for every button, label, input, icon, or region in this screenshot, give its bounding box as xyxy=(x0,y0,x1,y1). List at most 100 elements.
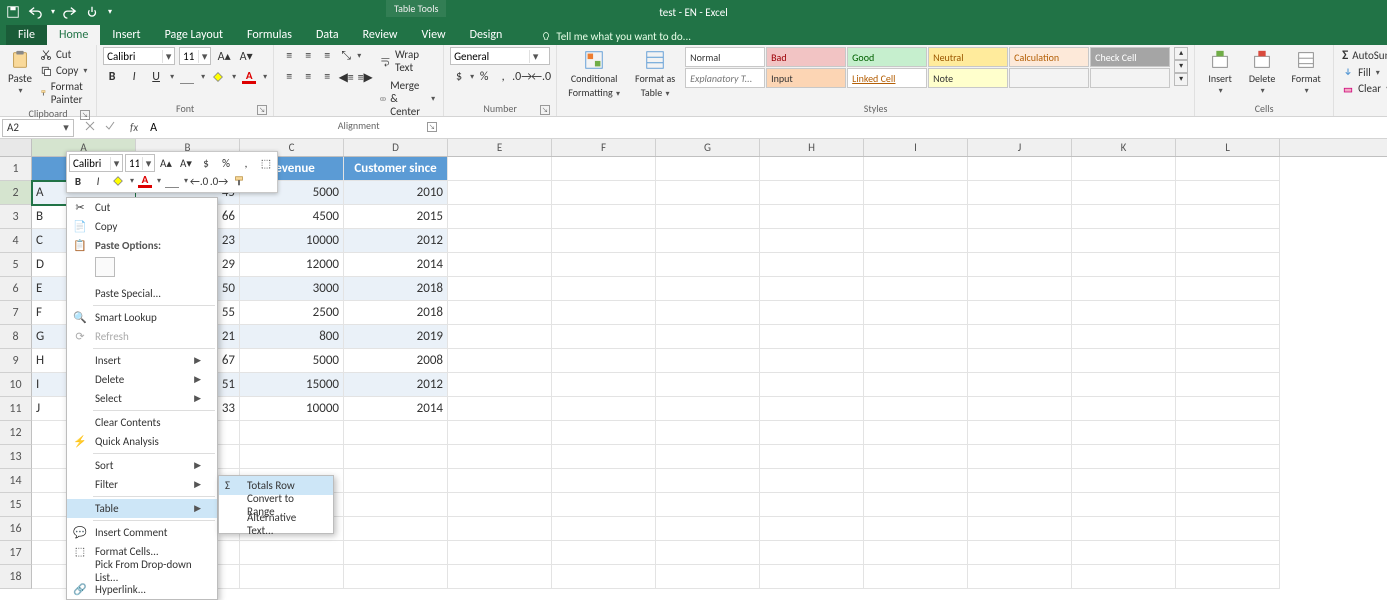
ctx-insert[interactable]: Insert▶ xyxy=(67,351,217,370)
cell[interactable]: 10000 xyxy=(240,397,344,421)
cell[interactable] xyxy=(1072,277,1176,301)
style-gallery-item[interactable]: Explanatory T... xyxy=(685,68,765,88)
ctx-filter[interactable]: Filter▶ xyxy=(67,475,217,494)
mini-format-painter-icon[interactable] xyxy=(230,172,248,190)
mini-increase-decimal-icon[interactable]: .0→ xyxy=(210,172,228,190)
cell[interactable] xyxy=(656,301,760,325)
cell[interactable] xyxy=(968,301,1072,325)
cell[interactable] xyxy=(656,277,760,301)
cell[interactable] xyxy=(448,517,552,541)
cell[interactable]: 2018 xyxy=(344,277,448,301)
cell[interactable] xyxy=(760,493,864,517)
font-color-button[interactable]: A xyxy=(240,68,258,86)
mini-borders-button[interactable] xyxy=(163,172,181,190)
row-header[interactable]: 18 xyxy=(0,565,32,589)
cell[interactable] xyxy=(1072,517,1176,541)
column-header[interactable]: L xyxy=(1176,139,1280,156)
redo-icon[interactable] xyxy=(63,5,77,19)
cell[interactable] xyxy=(760,541,864,565)
cell[interactable] xyxy=(864,253,968,277)
mini-comma-icon[interactable]: , xyxy=(237,154,255,172)
cell[interactable] xyxy=(552,205,656,229)
chevron-down-icon[interactable]: ▾ xyxy=(198,50,210,63)
cell[interactable] xyxy=(968,493,1072,517)
fx-icon[interactable]: fx xyxy=(130,121,138,134)
style-gallery-item[interactable]: Check Cell xyxy=(1090,47,1170,67)
chevron-down-icon[interactable]: ▾ xyxy=(232,72,236,82)
row-header[interactable]: 7 xyxy=(0,301,32,325)
cell[interactable] xyxy=(760,181,864,205)
cell[interactable] xyxy=(344,469,448,493)
cell[interactable] xyxy=(1072,469,1176,493)
ctx-smart-lookup[interactable]: 🔍Smart Lookup xyxy=(67,308,217,327)
cell[interactable] xyxy=(864,421,968,445)
cell[interactable] xyxy=(968,517,1072,541)
cell[interactable] xyxy=(448,277,552,301)
cell[interactable] xyxy=(968,157,1072,181)
percent-format-icon[interactable]: % xyxy=(475,68,493,86)
cut-button[interactable]: Cut xyxy=(38,47,90,62)
cell[interactable] xyxy=(552,181,656,205)
chevron-down-icon[interactable]: ▾ xyxy=(162,50,174,63)
increase-indent-icon[interactable]: ≡▶ xyxy=(356,68,374,86)
tab-formulas[interactable]: Formulas xyxy=(235,25,304,45)
cell[interactable]: 2012 xyxy=(344,373,448,397)
cell[interactable] xyxy=(1072,397,1176,421)
paste-option-default[interactable] xyxy=(95,257,115,277)
cell[interactable] xyxy=(448,325,552,349)
number-format-input[interactable] xyxy=(451,50,529,63)
tab-home[interactable]: Home xyxy=(47,25,100,45)
comma-format-icon[interactable]: , xyxy=(494,68,512,86)
cell[interactable]: 2014 xyxy=(344,397,448,421)
clipboard-launcher-icon[interactable]: ↘ xyxy=(80,110,90,120)
cell[interactable] xyxy=(864,445,968,469)
touch-mode-icon[interactable] xyxy=(85,5,99,19)
ctx-delete[interactable]: Delete▶ xyxy=(67,370,217,389)
ctx-cut[interactable]: ✂Cut xyxy=(67,198,217,217)
cell[interactable] xyxy=(552,373,656,397)
cell[interactable] xyxy=(1176,325,1280,349)
cell[interactable] xyxy=(656,421,760,445)
cell[interactable] xyxy=(968,373,1072,397)
cell[interactable] xyxy=(968,253,1072,277)
cell[interactable] xyxy=(656,493,760,517)
cell[interactable]: 2014 xyxy=(344,253,448,277)
cell[interactable] xyxy=(760,157,864,181)
cell[interactable] xyxy=(344,517,448,541)
format-painter-button[interactable]: Format Painter xyxy=(38,79,90,107)
italic-button[interactable]: I xyxy=(125,68,143,86)
alignment-launcher-icon[interactable]: ↘ xyxy=(427,122,437,132)
row-header[interactable]: 17 xyxy=(0,541,32,565)
cell[interactable] xyxy=(864,397,968,421)
align-center-icon[interactable]: ≡ xyxy=(299,68,317,86)
cell[interactable] xyxy=(1072,229,1176,253)
cell[interactable] xyxy=(552,157,656,181)
cell[interactable] xyxy=(760,469,864,493)
insert-cells-button[interactable]: Insert▾ xyxy=(1201,47,1239,98)
cell[interactable] xyxy=(656,229,760,253)
cell[interactable] xyxy=(1072,541,1176,565)
mini-font-color-button[interactable]: A xyxy=(136,172,154,190)
cell[interactable] xyxy=(448,445,552,469)
align-bottom-icon[interactable]: ≡ xyxy=(318,47,336,65)
column-header[interactable]: F xyxy=(552,139,656,156)
conditional-formatting-button[interactable]: Conditional Formatting ▾ xyxy=(563,47,625,101)
align-left-icon[interactable]: ≡ xyxy=(280,68,298,86)
style-gallery-item[interactable] xyxy=(1009,68,1089,88)
cell[interactable] xyxy=(448,229,552,253)
style-gallery-item[interactable]: Good xyxy=(847,47,927,67)
cell[interactable] xyxy=(968,445,1072,469)
cell[interactable] xyxy=(240,445,344,469)
cell[interactable]: 2015 xyxy=(344,205,448,229)
cell[interactable] xyxy=(760,445,864,469)
cell[interactable] xyxy=(656,517,760,541)
cell[interactable] xyxy=(760,301,864,325)
format-as-table-button[interactable]: Format as Table ▾ xyxy=(629,47,681,101)
cell[interactable] xyxy=(240,421,344,445)
style-gallery-item[interactable]: Input xyxy=(766,68,846,88)
ctx-paste-special[interactable]: Paste Special... xyxy=(67,284,217,303)
cell[interactable] xyxy=(1072,493,1176,517)
bold-button[interactable]: B xyxy=(103,68,121,86)
cell[interactable] xyxy=(240,541,344,565)
cell[interactable]: 5000 xyxy=(240,349,344,373)
